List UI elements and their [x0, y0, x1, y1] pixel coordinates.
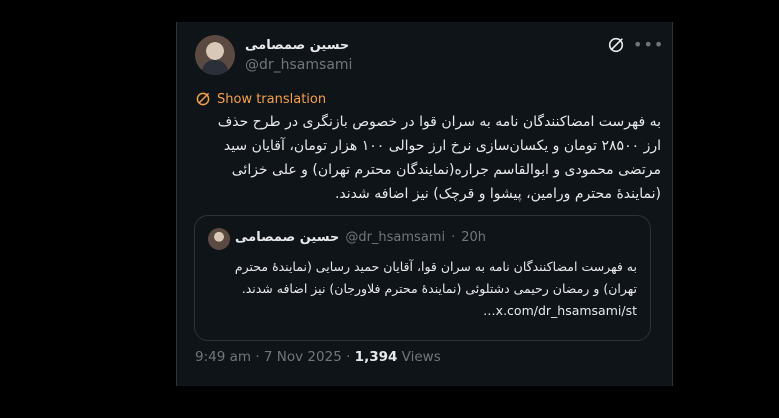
quoted-separator: ·: [451, 230, 456, 245]
quoted-author-name: حسین صمصامی: [235, 230, 340, 245]
quoted-tweet-header: حسین صمصامی @dr_hsamsami · 20h: [235, 230, 486, 245]
author-name[interactable]: حسین صمصامی: [245, 38, 349, 53]
author-avatar[interactable]: [195, 35, 235, 75]
tweet-time[interactable]: 9:49 am: [195, 349, 251, 365]
views-count: 1,394: [354, 349, 398, 365]
meta-separator-2: ·: [341, 349, 355, 365]
translate-icon: [196, 92, 210, 106]
views-label: Views: [397, 349, 441, 365]
meta-separator: ·: [251, 349, 264, 365]
more-icon[interactable]: •••: [633, 35, 664, 54]
author-handle[interactable]: @dr_hsamsami: [245, 57, 352, 73]
tweet-meta: 9:49 am · 7 Nov 2025 · 1,394 Views: [195, 349, 441, 365]
quoted-timestamp: 20h: [461, 230, 486, 245]
show-translation-link[interactable]: Show translation: [195, 91, 326, 107]
tweet-date[interactable]: 7 Nov 2025: [264, 349, 342, 365]
show-translation-label[interactable]: Show translation: [217, 92, 326, 107]
quoted-author-avatar: [208, 228, 230, 250]
quoted-tweet-text: به فهرست امضاکنندگان نامه به سران قوا، آ…: [234, 259, 637, 318]
tweet-card[interactable]: حسین صمصامی @dr_hsamsami ••• Show transl…: [176, 22, 673, 386]
quoted-author-handle: @dr_hsamsami: [345, 230, 446, 245]
tweet-text: به فهرست امضاکنندگان نامه به سران قوا در…: [217, 114, 661, 202]
quoted-tweet[interactable]: حسین صمصامی @dr_hsamsami · 20h به فهرست …: [194, 215, 651, 341]
grok-icon[interactable]: [607, 36, 625, 54]
